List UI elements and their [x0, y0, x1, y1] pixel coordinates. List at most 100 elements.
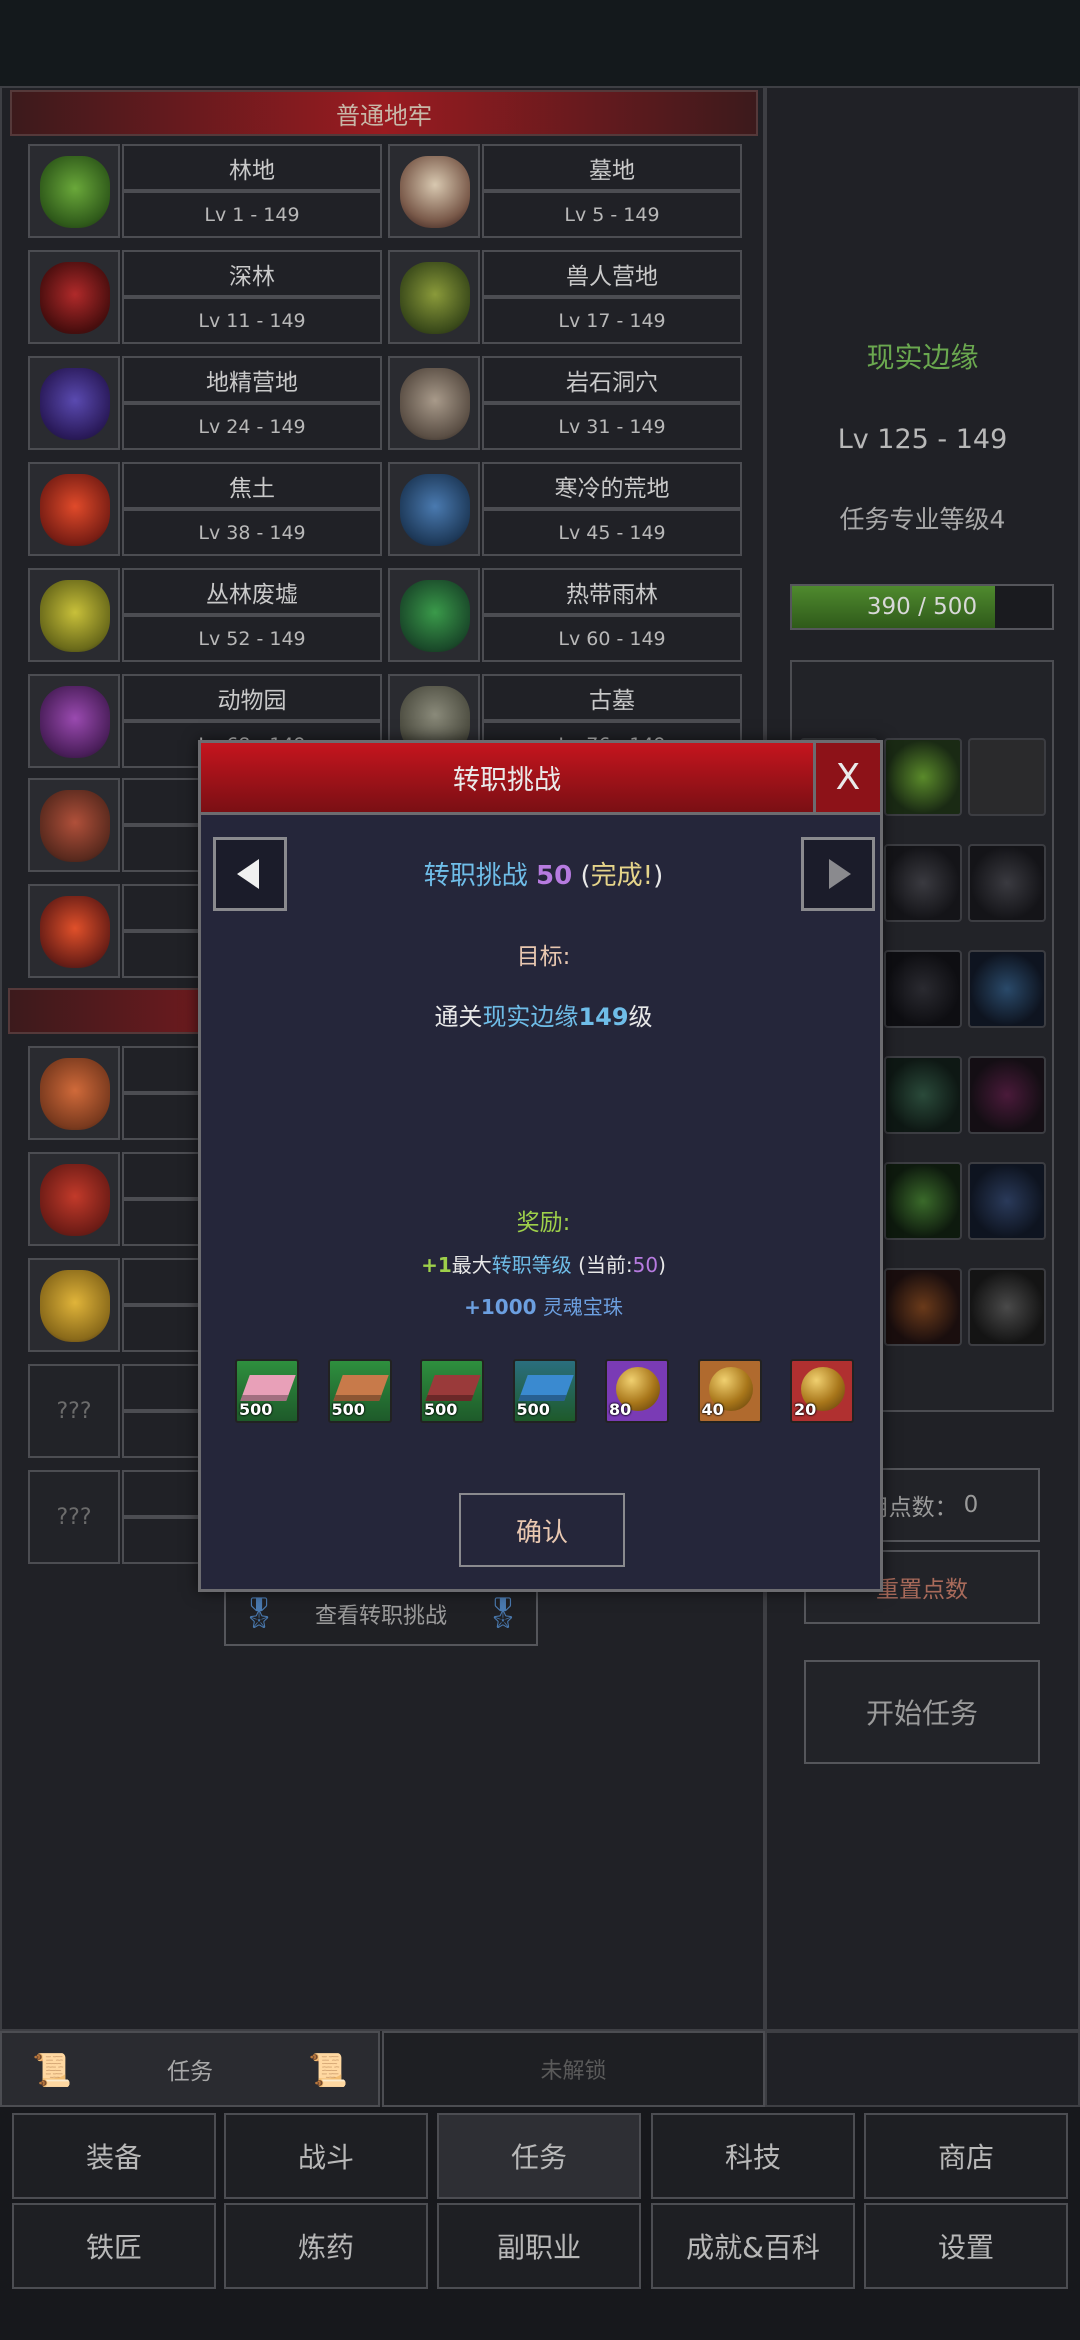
dungeon-cell[interactable]: 墓地 Lv 5 - 149	[388, 144, 742, 238]
dungeon-cell[interactable]: 岩石洞穴 Lv 31 - 149	[388, 356, 742, 450]
scroll-icon: 📜	[32, 2051, 72, 2089]
nav-alchemy[interactable]: 炼药	[224, 2203, 428, 2289]
task-progress-bar: 390 / 500	[790, 584, 1054, 630]
dungeon-cell[interactable]: 林地 Lv 1 - 149	[28, 144, 382, 238]
goblin-portrait	[28, 144, 120, 238]
skill-slot[interactable]	[884, 844, 962, 922]
nav-shop[interactable]: 商店	[864, 2113, 1068, 2199]
reward-item[interactable]: 40	[697, 1359, 762, 1423]
prev-challenge-button[interactable]	[213, 837, 287, 911]
dungeon-level: Lv 11 - 149	[122, 297, 382, 344]
nav-tech[interactable]: 科技	[651, 2113, 855, 2199]
reward-item[interactable]: 80	[605, 1359, 669, 1423]
dungeon-level: Lv 38 - 149	[122, 509, 382, 556]
portrait	[28, 884, 120, 978]
dungeon-level: Lv 31 - 149	[482, 403, 742, 450]
area-name: 现实边缘	[866, 341, 979, 374]
reward-qty: 80	[609, 1400, 632, 1419]
nav-sub-profession[interactable]: 副职业	[437, 2203, 641, 2289]
skill-slot[interactable]	[968, 1268, 1046, 1346]
goal-text: 通关现实边缘149级	[434, 1003, 653, 1031]
dungeon-name: 动物园	[122, 674, 382, 721]
reward-qty: 40	[701, 1400, 724, 1419]
reward-qty: 500	[331, 1400, 365, 1419]
dungeon-level: Lv 5 - 149	[482, 191, 742, 238]
skill-slot[interactable]	[968, 950, 1046, 1028]
dungeon-name: 林地	[122, 144, 382, 191]
portrait	[28, 1258, 120, 1352]
arrow-left-icon	[237, 859, 259, 889]
unknown-label: ???	[28, 1470, 120, 1564]
dungeon-cell[interactable]: 丛林废墟 Lv 52 - 149	[28, 568, 382, 662]
ice-troll-portrait	[388, 462, 480, 556]
reward-item[interactable]: 500	[327, 1359, 392, 1423]
nav-battle[interactable]: 战斗	[224, 2113, 428, 2199]
medal-icon: 🎖	[483, 1596, 522, 1631]
task-level: 任务专业等级4	[839, 505, 1006, 534]
dungeon-level: Lv 52 - 149	[122, 615, 382, 662]
dungeon-cell[interactable]: 深林 Lv 11 - 149	[28, 250, 382, 344]
portrait	[28, 1046, 120, 1140]
skill-slot[interactable]	[968, 1162, 1046, 1240]
dungeon-level: Lv 45 - 149	[482, 509, 742, 556]
medal-icon: 🎖	[240, 1596, 279, 1631]
reward-qty: 500	[424, 1400, 458, 1419]
portrait	[28, 1152, 120, 1246]
skill-slot[interactable]	[968, 844, 1046, 922]
nav-equipment[interactable]: 装备	[12, 2113, 216, 2199]
scroll-icon: 📜	[308, 2051, 348, 2089]
status-bar	[0, 0, 1080, 86]
progress-text: 390 / 500	[866, 594, 978, 620]
close-button[interactable]: X	[813, 743, 880, 815]
nav-achievements[interactable]: 成就&百科	[651, 2203, 855, 2289]
lizard-portrait	[28, 568, 120, 662]
next-challenge-button[interactable]	[801, 837, 875, 911]
dungeon-name: 热带雨林	[482, 568, 742, 615]
dungeon-cell[interactable]: 焦土 Lv 38 - 149	[28, 462, 382, 556]
skill-slot[interactable]	[884, 1056, 962, 1134]
tab-task[interactable]: 📜 任务 📜	[0, 2031, 380, 2107]
skill-slot[interactable]	[968, 738, 1046, 816]
dungeon-level: Lv 1 - 149	[122, 191, 382, 238]
main-nav: 装备 战斗 任务 科技 商店 铁匠 炼药 副职业 成就&百科 设置	[0, 2107, 1080, 2340]
firebird-portrait	[28, 462, 120, 556]
dungeon-cell[interactable]: 地精营地 Lv 24 - 149	[28, 356, 382, 450]
reward-qty: 20	[794, 1400, 817, 1419]
golem-portrait	[388, 356, 480, 450]
dungeon-name: 丛林废墟	[122, 568, 382, 615]
reward-item[interactable]: 500	[420, 1359, 484, 1423]
start-task-button[interactable]: 开始任务	[804, 1660, 1040, 1764]
dungeon-name: 焦土	[122, 462, 382, 509]
area-level: Lv 125 - 149	[837, 424, 1008, 455]
nav-blacksmith[interactable]: 铁匠	[12, 2203, 216, 2289]
dungeon-cell[interactable]: 兽人营地 Lv 17 - 149	[388, 250, 742, 344]
reward-item[interactable]: 500	[512, 1359, 577, 1423]
nav-task[interactable]: 任务	[437, 2113, 641, 2199]
portrait	[28, 778, 120, 872]
reward-label: 奖励:	[516, 1210, 571, 1236]
vulture-portrait	[28, 674, 120, 768]
dungeon-level: Lv 24 - 149	[122, 403, 382, 450]
confirm-button[interactable]: 确认	[459, 1493, 625, 1567]
reward-item[interactable]: 20	[790, 1359, 854, 1423]
nav-settings[interactable]: 设置	[864, 2203, 1068, 2289]
skill-slot[interactable]	[884, 738, 962, 816]
dungeon-cell[interactable]: 寒冷的荒地 Lv 45 - 149	[388, 462, 742, 556]
dungeon-name: 墓地	[482, 144, 742, 191]
skill-slot[interactable]	[884, 1268, 962, 1346]
reward-item[interactable]: 500	[235, 1359, 299, 1423]
dungeon-name: 寒冷的荒地	[482, 462, 742, 509]
skill-slot[interactable]	[884, 1162, 962, 1240]
crocodile-portrait	[388, 568, 480, 662]
skill-slot[interactable]	[884, 950, 962, 1028]
class-change-challenge-dialog: 转职挑战 X 转职挑战 50 (完成!) 目标: 通关现实边缘149级 奖励: …	[198, 740, 883, 1592]
skull-portrait	[388, 144, 480, 238]
challenge-title: 转职挑战 50 (完成!)	[423, 861, 664, 891]
dungeon-cell[interactable]: 热带雨林 Lv 60 - 149	[388, 568, 742, 662]
arrow-right-icon	[829, 859, 851, 889]
skill-slot[interactable]	[968, 1056, 1046, 1134]
tab-locked[interactable]: 未解锁	[382, 2031, 765, 2107]
reward-qty: 500	[239, 1400, 273, 1419]
reward-line-1: +1最大转职等级 (当前:50)	[421, 1253, 666, 1277]
goal-label: 目标:	[516, 944, 571, 970]
